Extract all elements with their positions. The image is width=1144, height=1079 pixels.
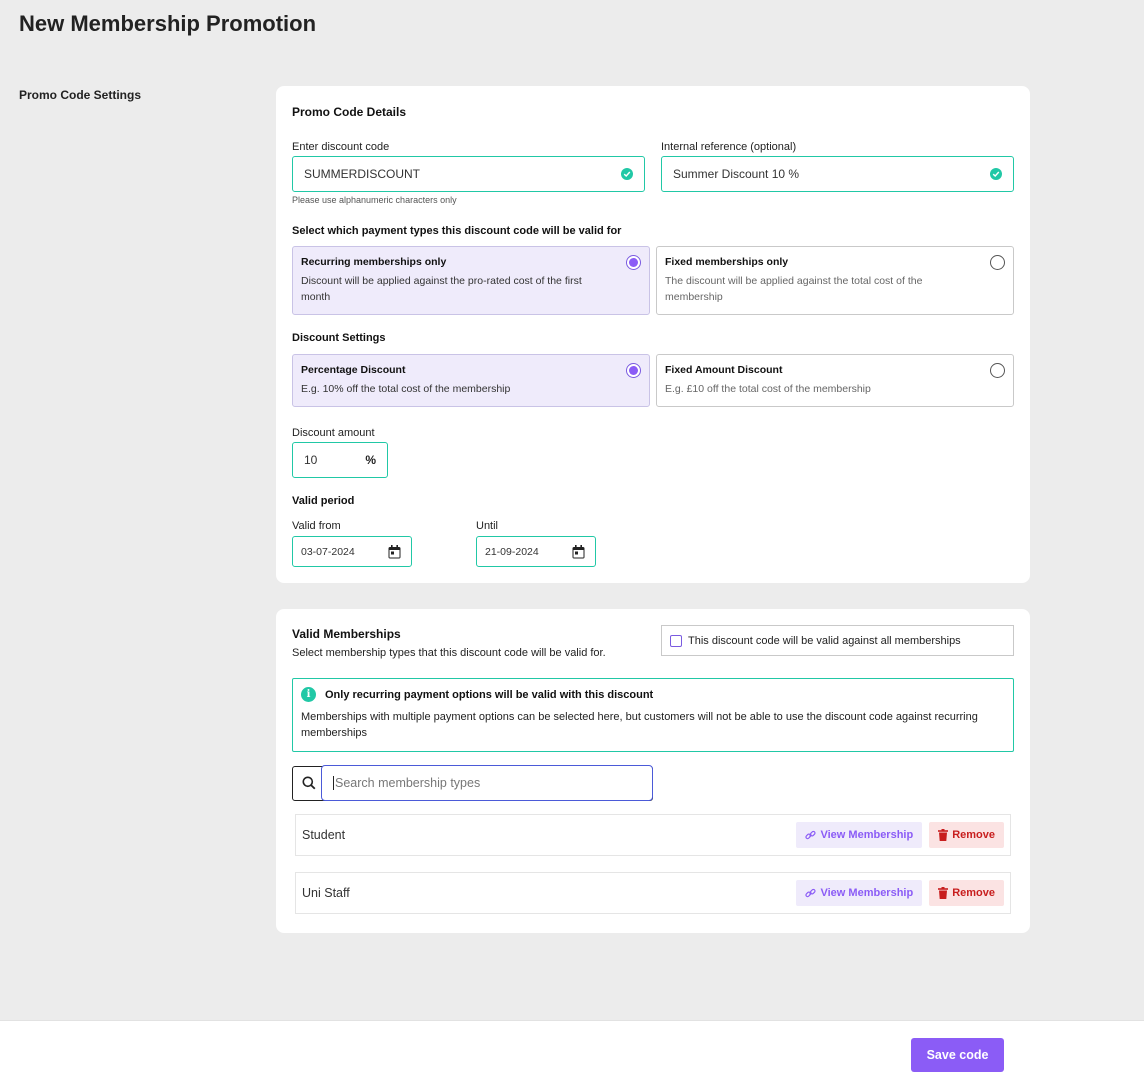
remove-membership-button[interactable]: Remove <box>929 880 1004 906</box>
radio-selected-icon[interactable] <box>626 255 641 270</box>
card-title: Valid Memberships <box>292 627 401 641</box>
internal-reference-value: Summer Discount 10 % <box>673 167 800 181</box>
info-icon: i <box>301 687 316 702</box>
internal-reference-input[interactable]: Summer Discount 10 % <box>661 156 1014 192</box>
valid-from-label: Valid from <box>292 520 341 532</box>
option-description: E.g. 10% off the total cost of the membe… <box>301 383 511 395</box>
info-title: Only recurring payment options will be v… <box>325 688 654 701</box>
until-value: 21-09-2024 <box>485 545 539 558</box>
option-fixed-memberships[interactable]: Fixed memberships only The discount will… <box>656 246 1014 315</box>
view-membership-button[interactable]: View Membership <box>796 880 923 906</box>
info-notice: i Only recurring payment options will be… <box>292 678 1014 752</box>
calendar-icon[interactable] <box>572 544 585 559</box>
view-membership-button[interactable]: View Membership <box>796 822 923 848</box>
discount-amount-input[interactable]: 10 % <box>292 442 388 478</box>
option-description: E.g. £10 off the total cost of the membe… <box>665 383 871 395</box>
option-title: Fixed memberships only <box>665 256 789 268</box>
internal-reference-label: Internal reference (optional) <box>661 141 797 153</box>
option-title: Recurring memberships only <box>301 256 447 268</box>
option-recurring-memberships[interactable]: Recurring memberships only Discount will… <box>292 246 650 315</box>
check-icon <box>990 168 1002 180</box>
remove-label: Remove <box>952 829 995 841</box>
page-title: New Membership Promotion <box>19 11 317 36</box>
check-icon <box>621 168 633 180</box>
search-membership-input[interactable]: Search membership types <box>321 765 653 801</box>
promo-details-card: Promo Code Details Enter discount code S… <box>276 86 1030 583</box>
discount-code-value: SUMMERDISCOUNT <box>304 167 420 181</box>
save-code-button[interactable]: Save code <box>911 1038 1004 1072</box>
discount-amount-value: 10 <box>304 453 318 467</box>
radio-unselected-icon[interactable] <box>990 255 1005 270</box>
valid-period-heading: Valid period <box>292 495 355 507</box>
option-fixed-amount-discount[interactable]: Fixed Amount Discount E.g. £10 off the t… <box>656 354 1014 407</box>
remove-label: Remove <box>952 887 995 899</box>
until-label: Until <box>476 520 499 532</box>
discount-amount-label: Discount amount <box>292 427 375 439</box>
card-title: Promo Code Details <box>292 105 407 119</box>
membership-name: Student <box>302 828 346 842</box>
info-body: Memberships with multiple payment option… <box>301 711 978 739</box>
option-description: Discount will be applied against the pro… <box>301 275 582 303</box>
valid-memberships-card: Valid Memberships Select membership type… <box>276 609 1030 933</box>
membership-row: Uni Staff View Membership Remove <box>295 872 1011 914</box>
until-input[interactable]: 21-09-2024 <box>476 536 596 567</box>
view-membership-label: View Membership <box>820 887 914 899</box>
radio-unselected-icon[interactable] <box>990 363 1005 378</box>
option-description: The discount will be applied against the… <box>665 275 923 303</box>
valid-from-value: 03-07-2024 <box>301 545 355 558</box>
all-memberships-label: This discount code will be valid against… <box>688 634 961 647</box>
membership-name: Uni Staff <box>302 886 350 900</box>
footer-bar: Save code <box>0 1020 1144 1079</box>
option-title: Fixed Amount Discount <box>665 364 783 376</box>
calendar-icon[interactable] <box>388 544 401 559</box>
search-icon <box>302 776 316 790</box>
discount-code-hint: Please use alphanumeric characters only <box>292 195 457 205</box>
link-icon <box>805 888 817 897</box>
section-label: Promo Code Settings <box>19 88 142 102</box>
valid-from-input[interactable]: 03-07-2024 <box>292 536 412 567</box>
trash-icon <box>938 829 949 841</box>
search-placeholder: Search membership types <box>335 776 481 790</box>
trash-icon <box>938 887 949 899</box>
payment-types-heading: Select which payment types this discount… <box>292 225 622 237</box>
membership-row: Student View Membership Remove <box>295 814 1011 856</box>
card-subtitle: Select membership types that this discou… <box>292 647 606 659</box>
all-memberships-checkbox[interactable] <box>670 634 682 647</box>
link-icon <box>805 830 817 839</box>
all-memberships-toggle[interactable]: This discount code will be valid against… <box>661 625 1014 656</box>
discount-code-label: Enter discount code <box>292 141 390 153</box>
option-percentage-discount[interactable]: Percentage Discount E.g. 10% off the tot… <box>292 354 650 407</box>
percent-icon: % <box>365 453 376 467</box>
view-membership-label: View Membership <box>820 829 914 841</box>
discount-code-input[interactable]: SUMMERDISCOUNT <box>292 156 645 192</box>
radio-selected-icon[interactable] <box>626 363 641 378</box>
discount-settings-heading: Discount Settings <box>292 332 386 344</box>
option-title: Percentage Discount <box>301 364 406 376</box>
remove-membership-button[interactable]: Remove <box>929 822 1004 848</box>
